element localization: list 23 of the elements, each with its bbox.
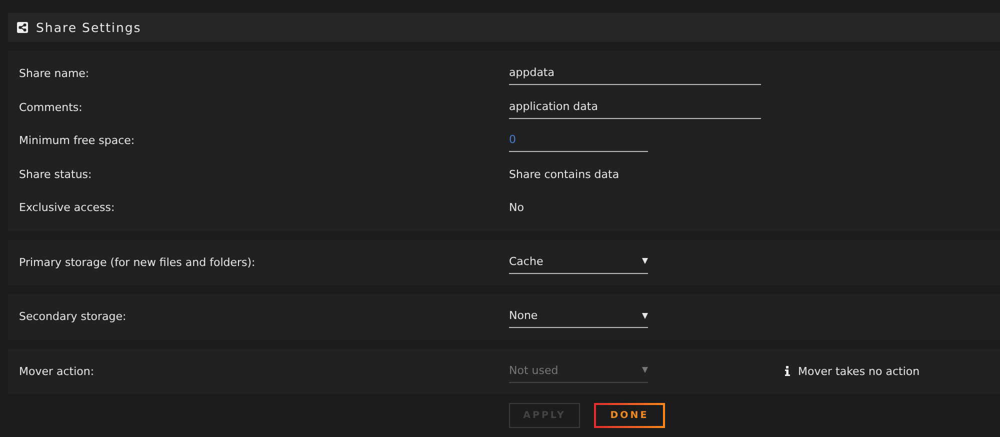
note-text: Mover takes no action xyxy=(798,364,920,378)
field-label: Share name: xyxy=(18,67,90,80)
field-label: Primary storage (for new files and folders): xyxy=(18,256,256,269)
text-field[interactable]: appdata xyxy=(509,62,761,86)
value-text: No xyxy=(509,201,524,214)
share-icon xyxy=(17,22,28,33)
dropdown[interactable]: Cache xyxy=(509,250,648,274)
field-label: Secondary storage: xyxy=(18,310,128,324)
done-button[interactable]: DONE xyxy=(594,403,665,428)
caret-icon xyxy=(642,258,648,264)
value-text: Share contains data xyxy=(509,168,620,181)
field-label: Mover action: xyxy=(18,364,96,378)
info-icon xyxy=(785,366,790,376)
number-field[interactable]: 0 xyxy=(509,129,648,152)
section-title: Share Settings xyxy=(36,20,142,35)
field-label: Minimum free space: xyxy=(18,134,136,148)
caret-icon xyxy=(642,367,648,374)
field-label: Comments: xyxy=(18,100,84,114)
text-field[interactable]: application data xyxy=(509,96,761,119)
dropdown[interactable]: None xyxy=(509,305,648,328)
field-label: Share status: xyxy=(18,168,93,181)
caret-icon xyxy=(642,312,648,319)
field-label: Exclusive access: xyxy=(18,201,116,214)
